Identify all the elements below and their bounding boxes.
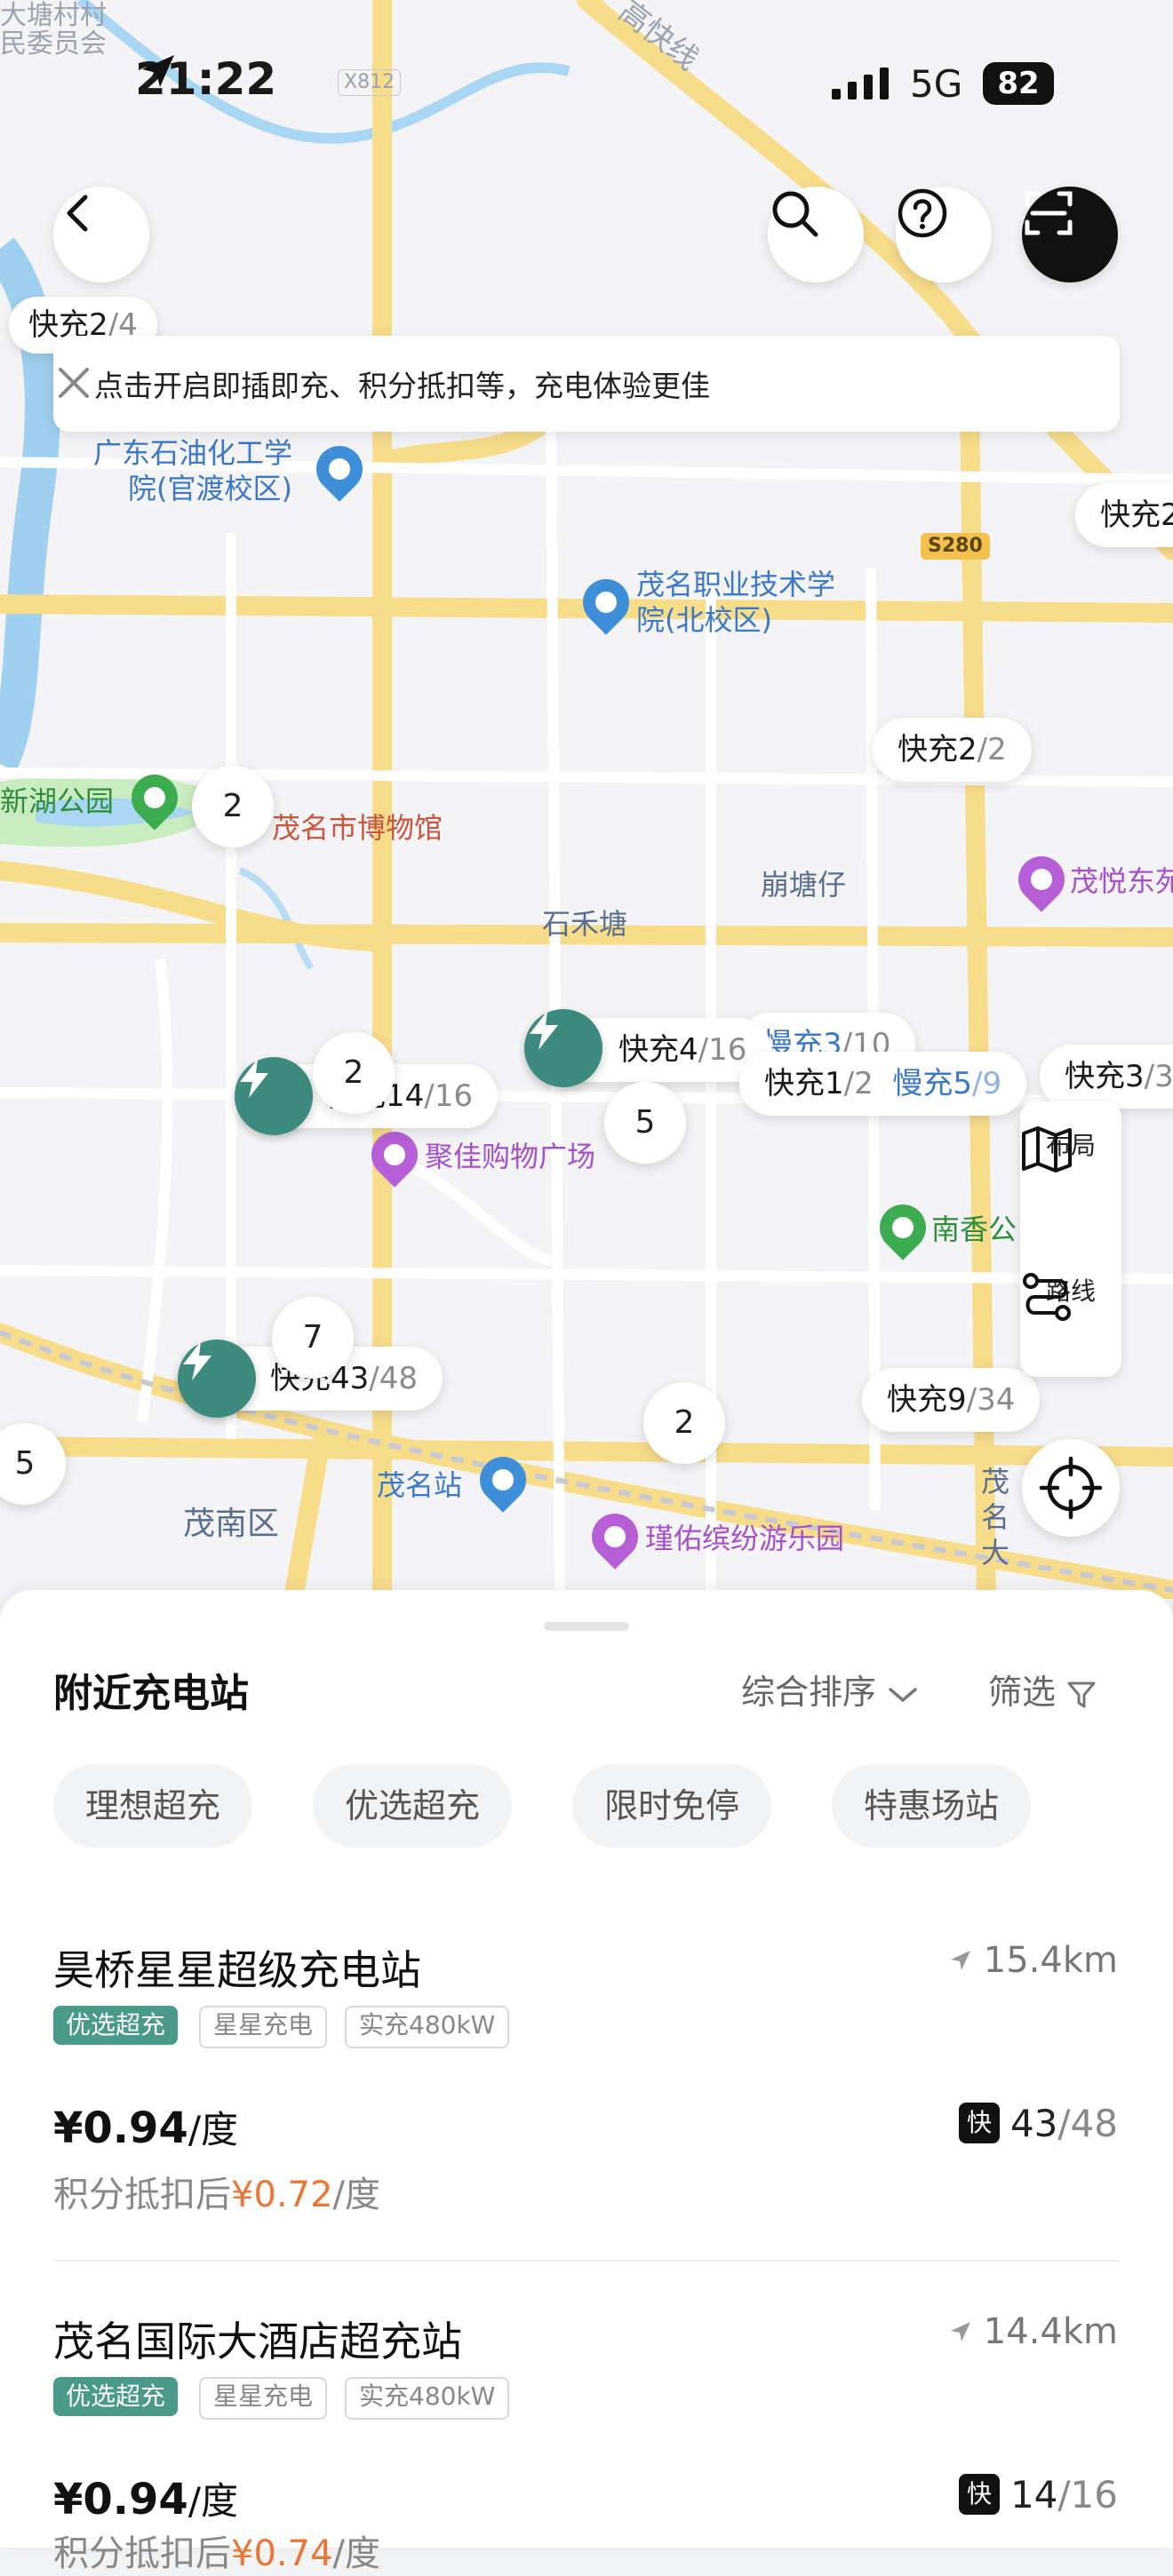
sheet-title: 附近充电站	[53, 1671, 249, 1716]
tag-power: 实充480kW	[345, 2006, 510, 2048]
fast-charger-count: 快 43/48	[958, 2102, 1118, 2147]
close-icon[interactable]	[53, 362, 94, 403]
map-label: 崩塘仔	[761, 868, 847, 902]
cluster-marker[interactable]: 7	[272, 1297, 354, 1379]
road-sign: X812	[338, 69, 402, 96]
poi-amusement[interactable]: 瑾佑缤纷游乐园	[645, 1521, 844, 1556]
poi-residential[interactable]: 茂悦东苑	[1070, 863, 1173, 899]
map-tools: 布局 路线	[1020, 1101, 1121, 1377]
fast-badge-icon: 快	[958, 2473, 1000, 2515]
navigation-arrow-icon	[951, 2322, 971, 2341]
poi-park[interactable]: 新湖公园	[0, 783, 114, 819]
poi-station[interactable]: 茂名站	[377, 1467, 462, 1503]
poi-school[interactable]: 广东石油化工学 院(官渡校区)	[89, 435, 292, 506]
station-distance: 15.4km	[949, 1940, 1118, 1981]
map-label: 茂名大	[981, 1465, 1010, 1570]
charger-bubble[interactable]: 快充1/2 慢充5/9	[739, 1052, 1027, 1116]
charger-bubble[interactable]: 快充2	[1075, 483, 1173, 547]
layout-button[interactable]: 布局	[1020, 1126, 1121, 1173]
navigation-arrow-icon	[951, 1951, 971, 1970]
charger-bubble[interactable]: 快充2/2	[873, 718, 1032, 782]
cluster-marker[interactable]: 2	[192, 766, 274, 847]
sheet-handle[interactable]	[544, 1622, 629, 1631]
station-name: 昊桥星星超级充电站	[53, 1946, 421, 1994]
poi-school[interactable]: 茂名职业技术学 院(北校区)	[636, 567, 835, 638]
tag-power: 实充480kW	[345, 2377, 510, 2420]
filter-icon	[1067, 1682, 1096, 1707]
back-button[interactable]	[53, 187, 149, 282]
station-distance: 14.4km	[949, 2311, 1118, 2352]
tag-operator: 星星充电	[199, 2006, 328, 2048]
route-icon	[1023, 1273, 1071, 1321]
fast-charger-count: 快 14/16	[958, 2473, 1118, 2518]
chevron-down-icon	[889, 1687, 917, 1702]
search-icon	[772, 191, 818, 237]
poi-museum[interactable]: 茂名市博物馆	[272, 810, 443, 846]
scan-button[interactable]	[1022, 187, 1118, 282]
map-view[interactable]: 大塘村村 民委员会 X812 高快线 广东石油化工学 院(官渡校区) 茂名职业技…	[0, 0, 1173, 1599]
charging-station-icon[interactable]	[524, 1009, 602, 1087]
price: ¥0.94/度	[53, 2103, 238, 2153]
charging-station-icon[interactable]	[235, 1057, 313, 1135]
chip-mianting[interactable]: 限时免停	[572, 1764, 772, 1848]
charger-bubble[interactable]: 快充3/3	[1040, 1045, 1173, 1109]
chip-tehui[interactable]: 特惠场站	[832, 1764, 1032, 1848]
map-label: 石禾塘	[542, 907, 628, 941]
search-button[interactable]	[768, 187, 864, 282]
fast-badge-icon: 快	[958, 2102, 1000, 2143]
chip-youxuan[interactable]: 优选超充	[313, 1764, 513, 1848]
tag-operator: 星星充电	[199, 2377, 328, 2420]
tag-youxuan: 优选超充	[53, 2377, 179, 2416]
sort-dropdown[interactable]: 综合排序	[741, 1665, 919, 1713]
network-type: 5G	[910, 62, 963, 106]
map-icon	[1022, 1126, 1072, 1173]
scan-icon	[1025, 191, 1073, 235]
cluster-marker[interactable]: 5	[604, 1082, 686, 1164]
location-arrow-icon	[142, 55, 174, 87]
discount-price: 积分抵扣后¥0.74/度	[53, 2533, 380, 2574]
road-sign: S280	[921, 533, 990, 560]
district-label: 茂南区	[183, 1506, 280, 1542]
poi-park[interactable]: 南香公	[931, 1212, 1017, 1247]
status-time: 21:22	[135, 53, 277, 105]
station-list-sheet[interactable]: 附近充电站 综合排序 筛选 理想超充 优选超充 限时免停 特惠场站 昊桥星星超级…	[0, 1590, 1173, 2574]
tag-youxuan: 优选超充	[53, 2006, 179, 2045]
help-button[interactable]	[896, 187, 992, 282]
chevron-left-icon	[67, 195, 88, 232]
divider	[53, 2260, 1120, 2262]
station-name: 茂名国际大酒店超充站	[53, 2318, 462, 2365]
discount-price: 积分抵扣后¥0.72/度	[53, 2174, 380, 2215]
poi-mall[interactable]: 聚佳购物广场	[425, 1139, 595, 1174]
tip-text: 点击开启即插即充、积分抵扣等，充电体验更佳	[94, 369, 710, 403]
route-button[interactable]: 路线	[1020, 1272, 1121, 1321]
locate-button[interactable]	[1022, 1439, 1120, 1537]
cluster-marker[interactable]: 2	[313, 1032, 395, 1114]
filter-button[interactable]: 筛选	[988, 1665, 1097, 1713]
crosshair-icon	[1039, 1456, 1103, 1520]
map-label: 民委员会	[0, 28, 107, 60]
cluster-marker[interactable]: 2	[643, 1382, 725, 1464]
chip-lixiang[interactable]: 理想超充	[53, 1764, 253, 1848]
charger-bubble[interactable]: 快充9/34	[862, 1368, 1041, 1432]
question-icon	[898, 188, 947, 238]
charging-station-icon[interactable]	[178, 1340, 256, 1418]
price: ¥0.94/度	[53, 2475, 238, 2524]
tip-banner[interactable]: 点击开启即插即充、积分抵扣等，充电体验更佳	[53, 336, 1120, 432]
battery-icon: 82	[983, 62, 1054, 105]
